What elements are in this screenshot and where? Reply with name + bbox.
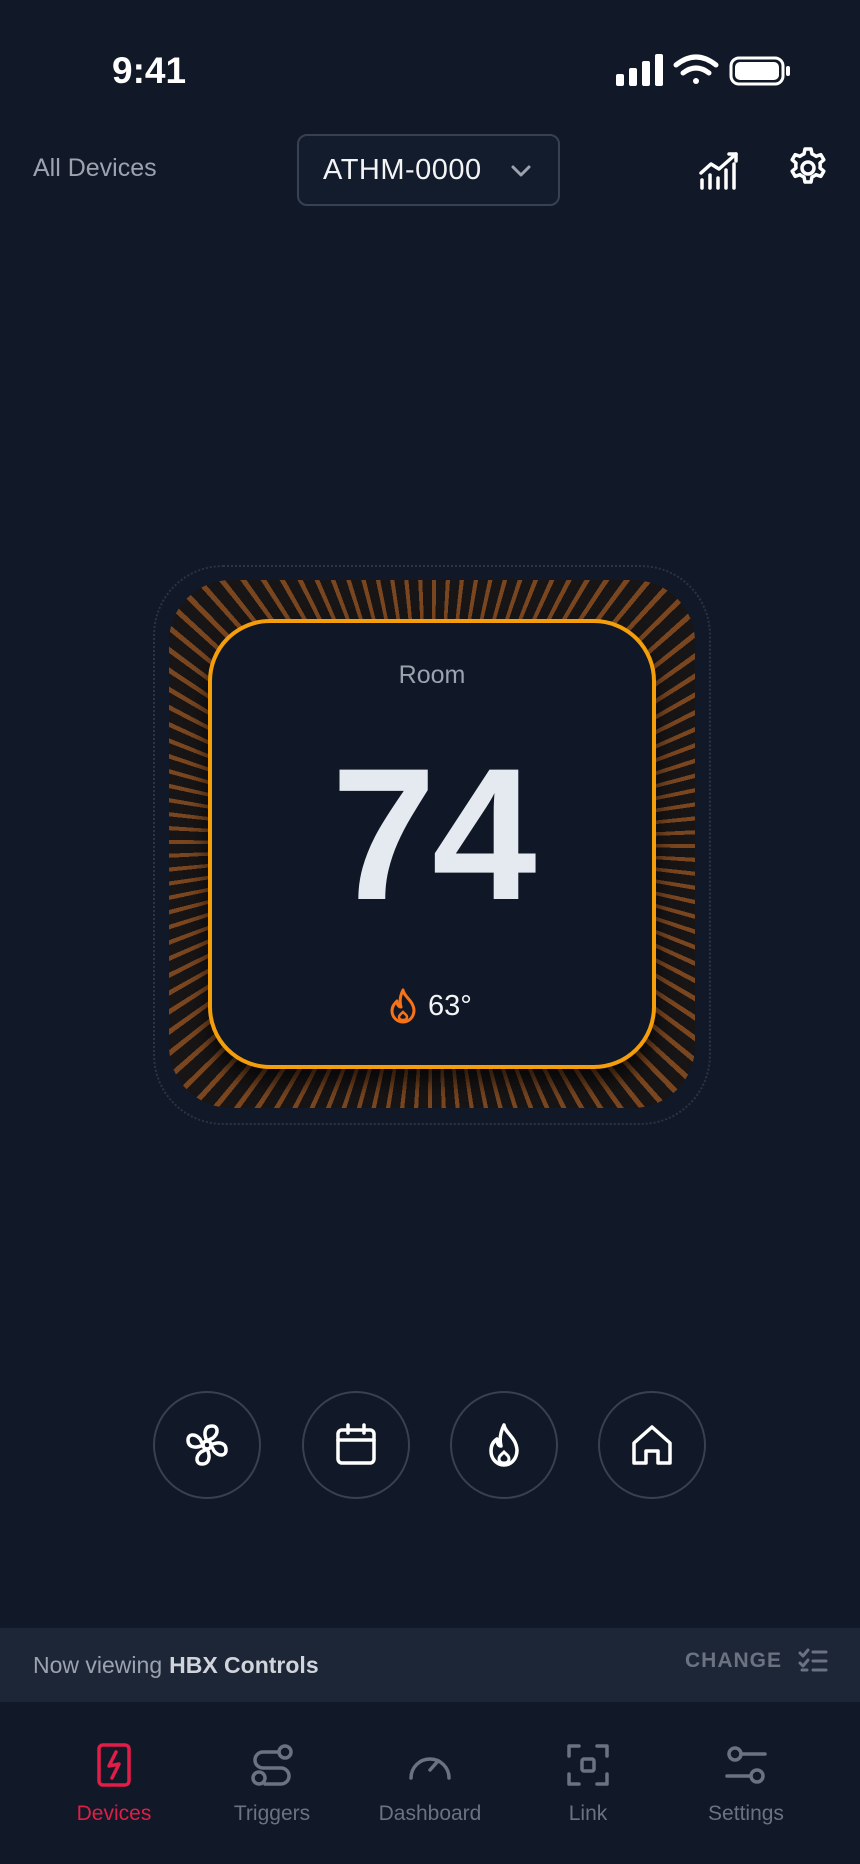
scan-icon <box>567 1744 609 1786</box>
schedule-mode-button[interactable] <box>302 1391 410 1499</box>
device-bolt-icon <box>97 1743 131 1787</box>
change-button[interactable]: CHANGE <box>685 1648 828 1674</box>
tab-settings-label: Settings <box>708 1802 784 1825</box>
flame-icon <box>390 988 416 1024</box>
tab-devices-label: Devices <box>76 1802 152 1825</box>
tab-dashboard[interactable]: Dashboard <box>350 1742 510 1826</box>
change-label: CHANGE <box>684 1649 782 1672</box>
cellular-signal-icon <box>616 54 663 86</box>
status-icons <box>616 54 790 86</box>
now-viewing-name: HBX Controls <box>169 1651 319 1678</box>
gauge-icon <box>409 1757 451 1780</box>
calendar-icon <box>336 1423 376 1465</box>
tab-triggers[interactable]: Triggers <box>192 1742 352 1826</box>
thermostat-label: Room <box>398 661 466 689</box>
now-viewing-bar: Now viewing HBX Controls CHANGE <box>0 1628 860 1702</box>
tab-dashboard-label: Dashboard <box>378 1802 482 1825</box>
status-time: 9:41 <box>112 50 187 91</box>
triggers-icon <box>251 1744 293 1786</box>
bottom-tab-bar: Devices Triggers Dashboard Link Settings <box>0 1702 860 1864</box>
fan-mode-button[interactable] <box>153 1391 261 1499</box>
tab-link[interactable]: Link <box>508 1742 668 1826</box>
analytics-chart-icon[interactable] <box>698 148 742 192</box>
tab-triggers-label: Triggers <box>233 1802 311 1825</box>
setpoint-value: 63° <box>428 989 472 1022</box>
tab-settings[interactable]: Settings <box>666 1742 826 1826</box>
heat-setpoint: 63° <box>388 986 472 1026</box>
battery-icon <box>729 56 790 86</box>
wifi-icon <box>673 54 719 84</box>
home-icon <box>632 1425 672 1465</box>
now-viewing-prefix: Now viewing <box>33 1651 163 1678</box>
flame-icon <box>489 1423 519 1467</box>
current-temperature: 74 <box>331 729 536 939</box>
all-devices-link[interactable]: All Devices <box>33 154 157 183</box>
device-selector[interactable]: ATHM-0000 <box>297 134 560 206</box>
home-mode-button[interactable] <box>598 1391 706 1499</box>
gear-icon[interactable] <box>786 146 830 190</box>
chevron-down-icon <box>511 165 531 177</box>
sliders-icon <box>725 1746 767 1784</box>
heat-mode-button[interactable] <box>450 1391 558 1499</box>
fan-icon <box>186 1424 228 1466</box>
tab-link-label: Link <box>568 1802 608 1825</box>
device-selector-value: ATHM-0000 <box>323 153 482 186</box>
tab-devices[interactable]: Devices <box>34 1742 194 1826</box>
list-check-icon <box>798 1648 828 1672</box>
